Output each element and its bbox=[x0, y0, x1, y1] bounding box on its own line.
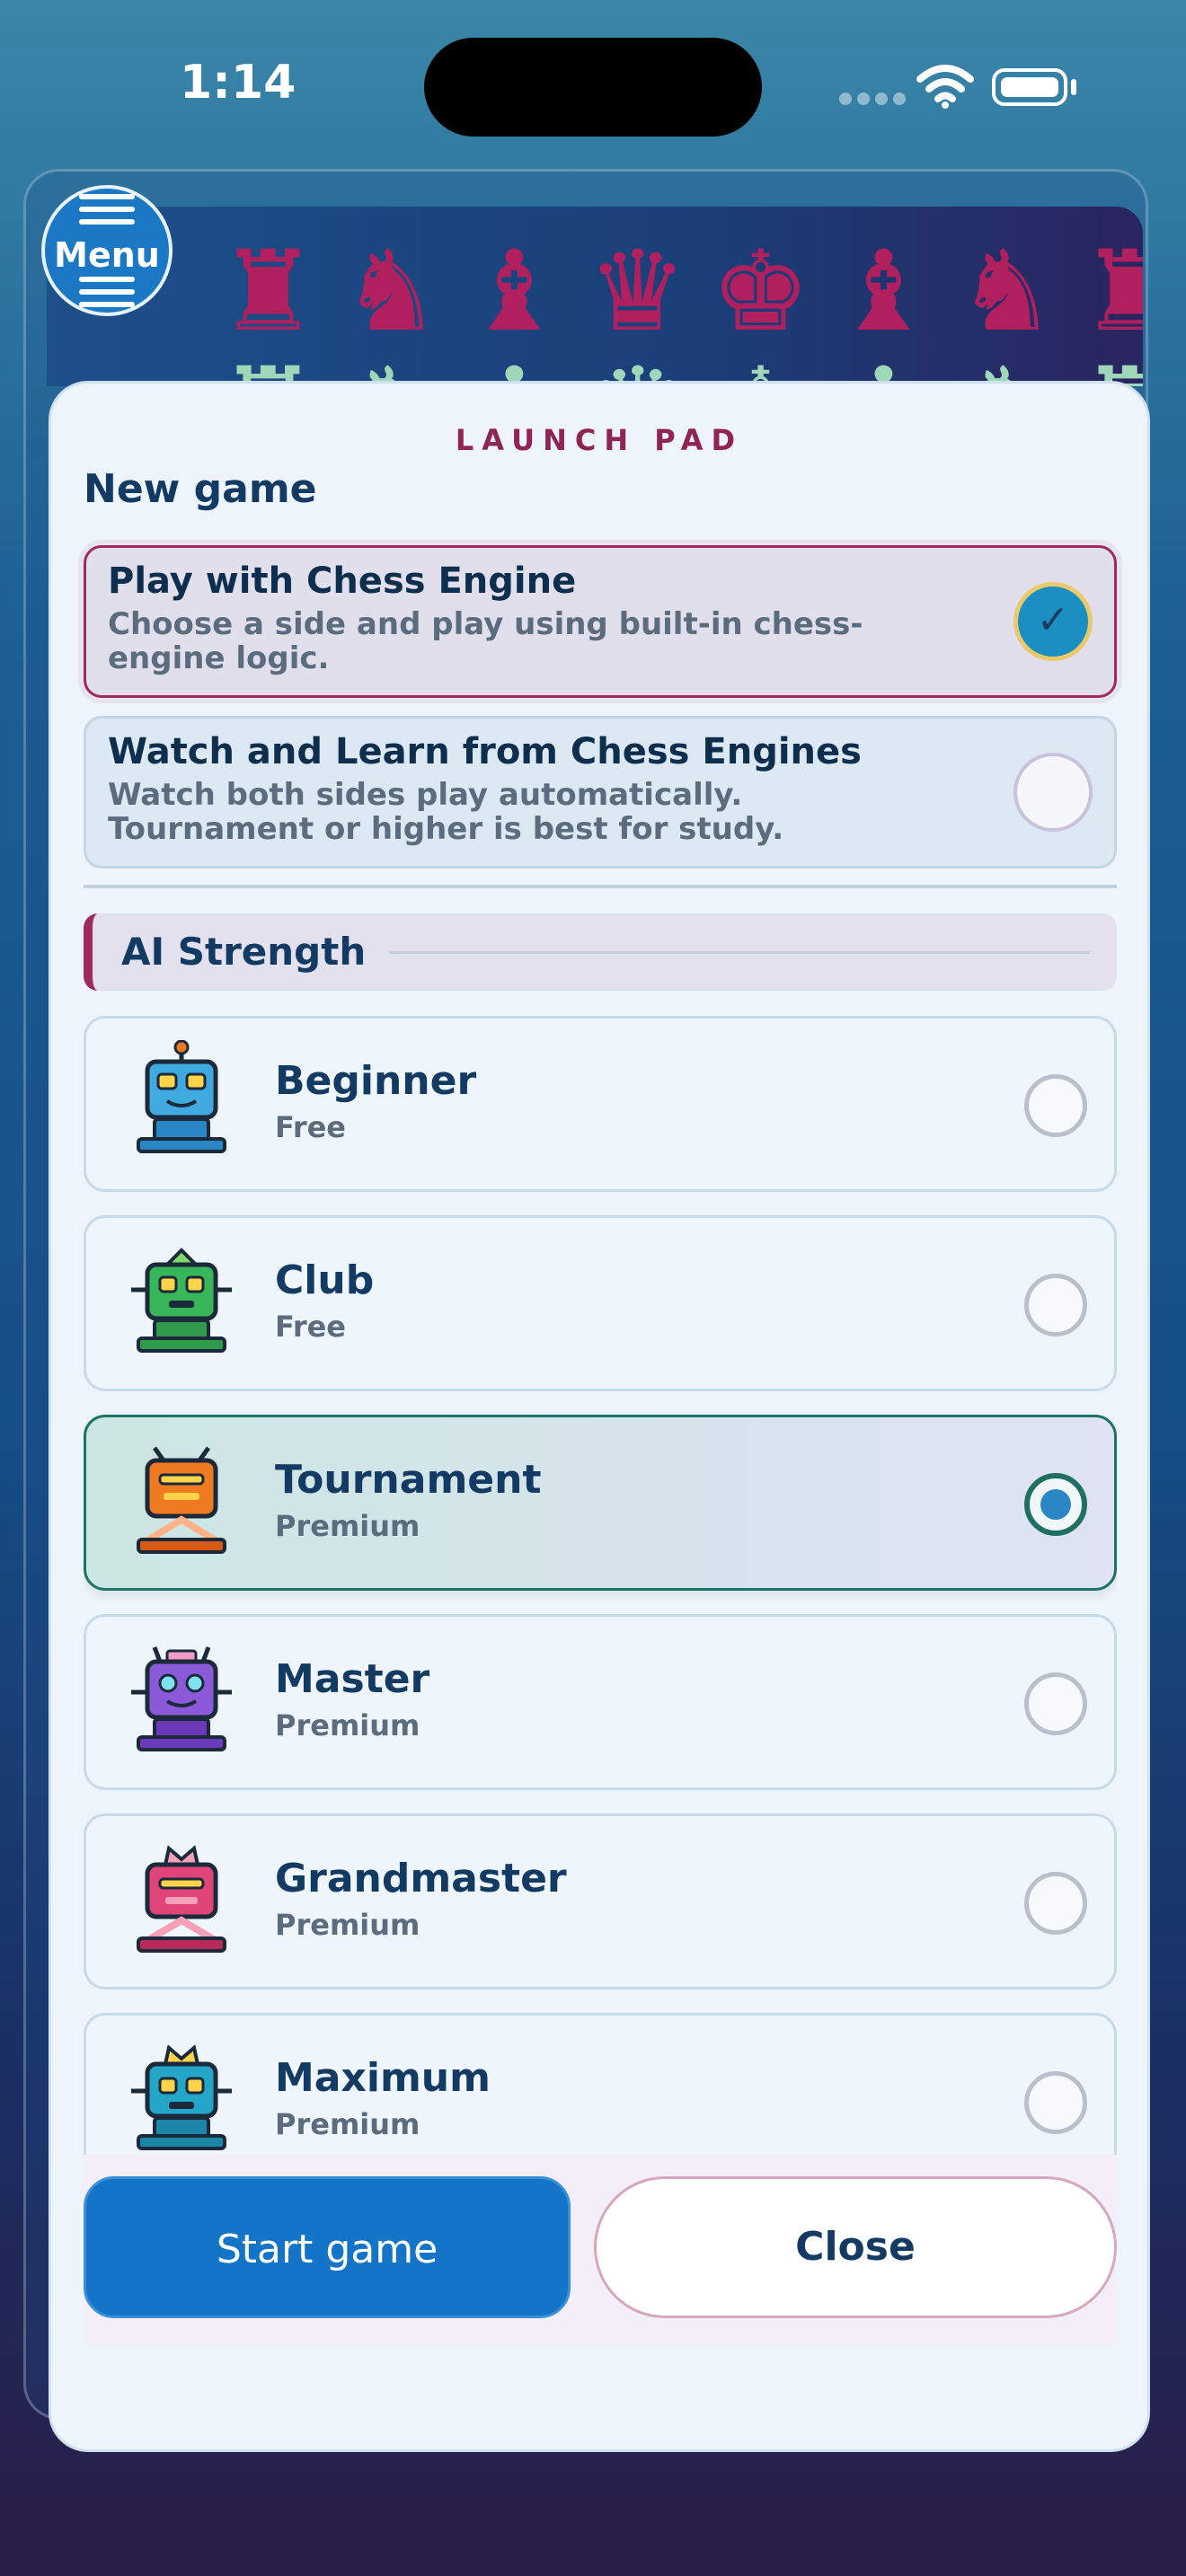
level-option-grandmaster[interactable]: Grandmaster Premium bbox=[84, 1813, 1117, 1989]
mode-option-watch-learn[interactable]: Watch and Learn from Chess Engines Watch… bbox=[84, 716, 1117, 869]
battery-icon bbox=[992, 68, 1067, 106]
section-rule bbox=[389, 951, 1090, 954]
level-tier: Premium bbox=[275, 1708, 420, 1742]
launch-pad-sheet: LAUNCH PAD New game Play with Chess Engi… bbox=[49, 381, 1150, 2452]
club-robot-icon bbox=[131, 1248, 232, 1353]
hamburger-icon bbox=[79, 277, 135, 282]
bishop-icon: ♝ bbox=[464, 227, 565, 357]
level-option-master[interactable]: Master Premium bbox=[84, 1614, 1117, 1790]
knight-icon: ♞ bbox=[341, 341, 442, 386]
battery-tip bbox=[1071, 79, 1076, 95]
king-icon: ♚ bbox=[710, 341, 811, 386]
mode-option-play-engine[interactable]: Play with Chess Engine Choose a side and… bbox=[84, 545, 1117, 698]
chess-board-pieces: ♜ ♞ ♝ ♛ ♚ ♝ ♞ ♜ ♜ ♞ ♝ ♛ ♚ ♝ ♞ ♜ bbox=[47, 207, 1143, 386]
black-pieces-row: ♜ ♞ ♝ ♛ ♚ ♝ ♞ ♜ bbox=[217, 225, 1143, 359]
grandmaster-robot-icon bbox=[137, 1845, 226, 1953]
level-option-beginner[interactable]: Beginner Free bbox=[84, 1016, 1117, 1192]
section-title: AI Strength bbox=[121, 930, 367, 974]
level-name: Tournament bbox=[275, 1457, 542, 1503]
master-robot-icon bbox=[131, 1646, 232, 1751]
pawn-row: ♜ ♞ ♝ ♛ ♚ ♝ ♞ ♜ bbox=[217, 341, 1143, 386]
ai-strength-list: Beginner Free Club Free Tournament Premi… bbox=[84, 1016, 1117, 2157]
bishop-icon: ♝ bbox=[464, 341, 565, 386]
level-tier: Premium bbox=[275, 1509, 420, 1543]
level-tier: Premium bbox=[275, 1908, 420, 1942]
bishop-icon: ♝ bbox=[833, 341, 934, 386]
sheet-footer: Start game Close bbox=[84, 2155, 1117, 2343]
divider bbox=[84, 885, 1117, 888]
level-name: Maximum bbox=[275, 2055, 491, 2101]
knight-icon: ♞ bbox=[956, 341, 1058, 386]
hamburger-icon bbox=[79, 289, 135, 295]
mode-radio[interactable] bbox=[1013, 753, 1093, 832]
king-icon: ♚ bbox=[710, 227, 811, 357]
knight-icon: ♞ bbox=[956, 227, 1058, 357]
maximum-robot-icon bbox=[131, 2044, 232, 2150]
level-tier: Free bbox=[275, 1310, 346, 1344]
level-option-maximum[interactable]: Maximum Premium bbox=[84, 2013, 1117, 2157]
dynamic-island bbox=[424, 38, 762, 137]
level-name: Beginner bbox=[275, 1058, 477, 1104]
cellular-signal-icon bbox=[839, 92, 911, 109]
close-button[interactable]: Close bbox=[594, 2176, 1117, 2318]
level-option-club[interactable]: Club Free bbox=[84, 1215, 1117, 1391]
level-name: Master bbox=[275, 1656, 430, 1702]
beginner-robot-icon bbox=[137, 1040, 226, 1153]
status-bar: 1:14 bbox=[0, 0, 1186, 171]
rook-icon: ♜ bbox=[1079, 227, 1143, 357]
section-header-ai-strength: AI Strength bbox=[84, 913, 1117, 991]
level-tier: Premium bbox=[275, 2107, 420, 2141]
level-tier: Free bbox=[275, 1110, 346, 1144]
knight-icon: ♞ bbox=[341, 227, 442, 357]
start-game-button[interactable]: Start game bbox=[84, 2176, 571, 2318]
tournament-robot-icon bbox=[137, 1446, 226, 1554]
mode-description: Choose a side and play using built-in ch… bbox=[108, 606, 863, 676]
level-name: Grandmaster bbox=[275, 1856, 567, 1901]
bishop-icon: ♝ bbox=[833, 227, 934, 357]
level-radio[interactable] bbox=[1024, 1872, 1087, 1935]
mode-title: Play with Chess Engine bbox=[108, 560, 577, 602]
menu-button[interactable]: Menu bbox=[41, 185, 173, 316]
mode-title: Watch and Learn from Chess Engines bbox=[108, 731, 862, 772]
level-radio-selected[interactable] bbox=[1024, 1473, 1087, 1536]
hamburger-icon bbox=[79, 219, 135, 225]
level-name: Club bbox=[275, 1257, 375, 1303]
level-radio[interactable] bbox=[1024, 1672, 1087, 1735]
hamburger-icon bbox=[79, 194, 135, 199]
menu-label: Menu bbox=[54, 235, 160, 275]
level-radio[interactable] bbox=[1024, 2071, 1087, 2134]
sheet-eyebrow: LAUNCH PAD bbox=[455, 423, 744, 457]
hamburger-icon bbox=[79, 302, 135, 307]
queen-icon: ♛ bbox=[587, 227, 688, 357]
mode-description: Watch both sides play automatically. Tou… bbox=[108, 777, 784, 847]
hamburger-icon bbox=[79, 207, 135, 212]
wifi-icon bbox=[916, 65, 974, 109]
rook-icon: ♜ bbox=[217, 341, 319, 386]
level-option-tournament[interactable]: Tournament Premium bbox=[84, 1415, 1117, 1591]
page-title: New game bbox=[84, 466, 317, 512]
level-radio[interactable] bbox=[1024, 1274, 1087, 1337]
status-time: 1:14 bbox=[180, 56, 296, 110]
level-radio[interactable] bbox=[1024, 1074, 1087, 1137]
checkmark-icon[interactable]: ✓ bbox=[1013, 582, 1093, 661]
queen-icon: ♛ bbox=[587, 341, 688, 386]
rook-icon: ♜ bbox=[1079, 341, 1143, 386]
rook-icon: ♜ bbox=[217, 227, 319, 357]
